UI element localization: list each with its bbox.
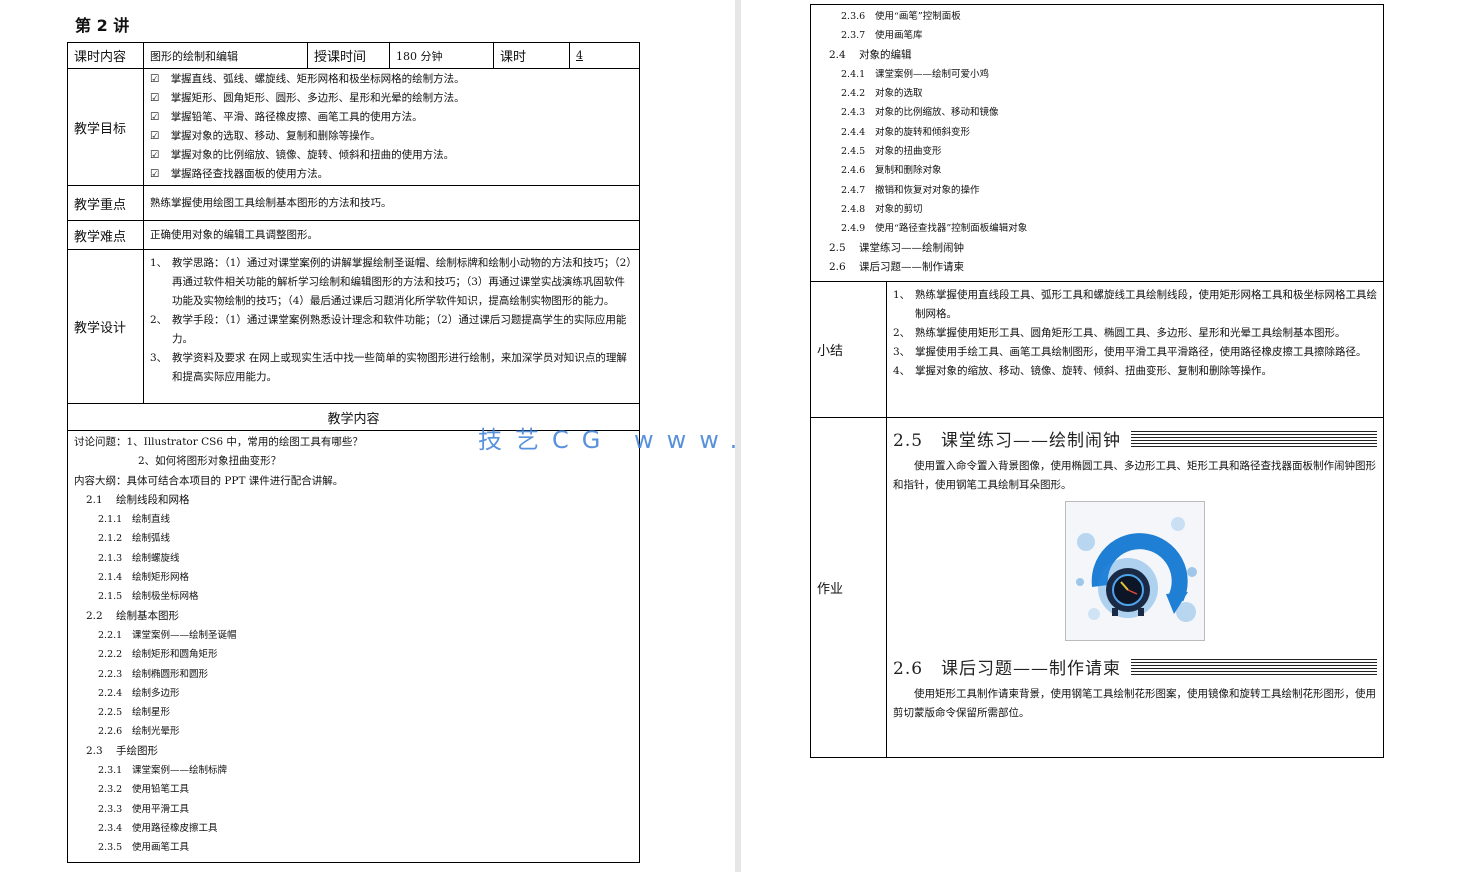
outline-subsection: 2.3.3 使用平滑工具 [98,803,190,815]
outline-subsection: 2.4.2 对象的选取 [841,88,923,100]
outline-subsection: 2.3.6 使用“画笔”控制面板 [841,11,961,22]
lesson-plan-table-continued: 2.3.6 使用“画笔”控制面板 2.3.7 使用画笔库 2.4 对象的编辑 2.4.1 课堂… [810,3,1384,759]
checkbox-icon: ☑ [150,130,160,142]
checkbox-icon: ☑ [150,111,160,123]
design-item: 2、 教学手段：（1）通过课堂案例熟悉设计理念和软件功能；（2）通过课后习题提高学… [150,314,627,345]
exercise-2-heading: 2.6 课后习题——制作请柬 [893,654,1377,679]
summary-item: 3、 掌握使用手绘工具、画笔工具绘制图形，使用平滑工具平滑路径，使用路径橡皮擦工具… [893,346,1367,359]
outline-subsection: 2.3.5 使用画笔工具 [98,842,190,854]
summary-item: 1、 熟练掌握使用直线段工具、弧形工具和螺旋线工具绘制线段，使用矩形网格工具和极坐… [893,289,1377,321]
key-points-text: 熟练掌握使用绘图工具绘制基本图形的方法和技巧。 [143,185,640,221]
outline-subsection: 2.3.7 使用画笔库 [841,30,923,42]
difficulties-text: 正确使用对象的编辑工具调整图形。 [143,220,640,250]
summary-item: 4、 掌握对象的缩放、移动、镜像、旋转、倾斜、扭曲变形、复制和删除等操作。 [893,365,1272,378]
design-label: 教学设计 [67,249,144,404]
page-left: 第 2 讲 课时内容 图形的绘制和编辑 授课时间 180 分钟 课时 4 教学目… [0,0,735,872]
outline-subsection: 2.2.5 绘制星形 [98,707,171,719]
homework-row: 作业 2.5 课堂练习——绘制闹钟 使用置入命令置入背景图像，使用椭圆工具、多边… [810,417,1384,759]
heading-rule [1131,430,1377,447]
difficulties-label: 教学难点 [67,220,144,250]
time-label: 授课时间 [307,42,390,69]
design-list: 1、 教学思路：（1）通过对课堂案例的讲解掌握绘制圣诞帽、绘制标牌和绘制小动物的方… [143,249,640,404]
outline-list: 2.1 绘制线段和网格 2.1.1 绘制直线 2.1.2 绘制弧线 2.1.3 绘制螺旋线 2.… [74,491,633,858]
goal-item: ☑ 掌握对象的选取、移动、复制和删除等操作。 [150,127,633,146]
hours-label: 课时 [493,42,570,69]
course-value: 图形的绘制和编辑 [143,42,308,69]
design-item: 3、 教学资料及要求 在网上或现实生活中找一些简单的实物图形进行绘制，来加深学员对… [150,352,627,383]
exercise-2-text: 使用矩形工具制作请柬背景，使用钢笔工具绘制花形图案，使用镜像和旋转工具绘制花形图… [893,688,1376,720]
outline-subsection: 2.1.1 绘制直线 [98,514,171,526]
outline-continued: 2.3.6 使用“画笔”控制面板 2.3.7 使用画笔库 2.4 对象的编辑 2.4.1 课堂… [810,3,1384,283]
outline-section: 2.1 绘制线段和网格 [86,493,190,506]
clock-figure [893,501,1377,644]
outline-section: 2.3 手绘图形 [86,744,158,757]
goal-item: ☑ 掌握直线、弧线、螺旋线、矩形网格和极坐标网格的绘制方法。 [150,70,633,89]
outline-subsection: 2.2.4 绘制多边形 [98,687,180,699]
alarm-clock-icon [1066,502,1204,641]
outline-subsection: 2.4.6 复制和删除对象 [841,165,942,177]
outline-subsection: 2.2.1 课堂案例——绘制圣诞帽 [98,629,237,641]
outline-subsection: 2.3.4 使用路径橡皮擦工具 [98,822,218,834]
outline-subsection: 2.4.9 使用“路径查找器”控制面板编辑对象 [841,223,1028,235]
design-item: 1、 教学思路：（1）通过对课堂案例的讲解掌握绘制圣诞帽、绘制标牌和绘制小动物的方… [150,257,632,307]
summary-list: 1、 熟练掌握使用直线段工具、弧形工具和螺旋线工具绘制线段，使用矩形网格工具和极坐… [886,281,1384,419]
outline-intro: 内容大纲：具体可结合本项目的 PPT 课件进行配合讲解。 [74,474,344,487]
key-points-row: 教学重点 熟练掌握使用绘图工具绘制基本图形的方法和技巧。 [67,185,640,221]
outline-section: 2.2 绘制基本图形 [86,609,179,622]
outline-subsection: 2.1.3 绘制螺旋线 [98,552,180,564]
key-points-label: 教学重点 [67,185,144,221]
watermark: 技艺CG www.qdnxxfb.cn [478,426,735,454]
checkbox-icon: ☑ [150,73,160,85]
exercise-1-text: 使用置入命令置入背景图像，使用椭圆工具、多边形工具、矩形工具和路径查找器面板制作… [893,460,1376,492]
design-row: 教学设计 1、 教学思路：（1）通过对课堂案例的讲解掌握绘制圣诞帽、绘制标牌和绘制… [67,249,640,404]
header-row: 课时内容 图形的绘制和编辑 授课时间 180 分钟 课时 4 [67,42,640,69]
outline-subsection: 2.4.1 课堂案例——绘制可爱小鸡 [841,68,990,80]
outline-subsection: 2.1.2 绘制弧线 [98,533,171,545]
goal-item: ☑ 掌握矩形、圆角矩形、圆形、多边形、星形和光晕的绘制方法。 [150,89,633,108]
outline-subsection: 2.2.6 绘制光晕形 [98,726,180,738]
time-value: 180 分钟 [389,42,494,69]
course-label: 课时内容 [67,42,144,69]
heading-rule [1131,658,1377,675]
difficulties-row: 教学难点 正确使用对象的编辑工具调整图形。 [67,220,640,250]
goals-list: ☑ 掌握直线、弧线、螺旋线、矩形网格和极坐标网格的绘制方法。 ☑ 掌握矩形、圆角… [143,68,640,186]
outline-subsection: 2.1.4 绘制矩形网格 [98,572,190,584]
outline-subsection: 2.2.2 绘制矩形和圆角矩形 [98,649,218,661]
checkbox-icon: ☑ [150,149,160,161]
goal-item: ☑ 掌握对象的比例缩放、镜像、旋转、倾斜和扭曲的使用方法。 [150,146,633,165]
clock-image [1065,501,1205,642]
hours-value: 4 [569,42,640,69]
goals-row: 教学目标 ☑ 掌握直线、弧线、螺旋线、矩形网格和极坐标网格的绘制方法。 ☑ 掌握… [67,68,640,186]
homework-content: 2.5 课堂练习——绘制闹钟 使用置入命令置入背景图像，使用椭圆工具、多边形工具… [886,417,1384,759]
summary-item: 2、 熟练掌握使用矩形工具、圆角矩形工具、椭圆工具、多边形、星形和光晕工具绘制基本… [893,327,1346,340]
outline-subsection: 2.4.7 撤销和恢复对对象的操作 [841,184,980,196]
discussion-question-2: 2、如何将图形对象扭曲变形？ [138,455,282,468]
outline-subsection: 2.4.8 对象的剪切 [841,203,923,215]
outline-subsection: 2.3.2 使用铅笔工具 [98,784,190,796]
goal-item: ☑ 掌握路径查找器面板的使用方法。 [150,165,633,184]
checkbox-icon: ☑ [150,168,160,180]
outline-subsection: 2.4.5 对象的扭曲变形 [841,146,942,158]
summary-label: 小结 [810,281,887,419]
outline-subsection: 2.1.5 绘制极坐标网格 [98,591,199,603]
outline-section: 2.6 课后习题——制作请柬 [829,260,964,273]
content-outline: 讨论问题：1、Illustrator CS6 中，常用的绘图工具有哪些？ 2、如… [67,430,640,863]
content-row: 讨论问题：1、Illustrator CS6 中，常用的绘图工具有哪些？ 2、如… [67,430,640,863]
goals-label: 教学目标 [67,68,144,186]
outline-subsection: 2.4.3 对象的比例缩放、移动和镜像 [841,107,999,119]
outline-subsection: 2.2.3 绘制椭圆形和圆形 [98,668,209,680]
outline-continued-row: 2.3.6 使用“画笔”控制面板 2.3.7 使用画笔库 2.4 对象的编辑 2.4.1 课堂… [810,3,1384,283]
lecture-title: 第 2 讲 [75,16,130,35]
outline-section: 2.4 对象的编辑 [829,48,912,61]
outline-section: 2.5 课堂练习——绘制闹钟 [829,241,964,254]
outline-list: 2.3.6 使用“画笔”控制面板 2.3.7 使用画笔库 2.4 对象的编辑 2.4.1 课堂… [817,7,1377,277]
outline-subsection: 2.3.1 课堂案例——绘制标牌 [98,765,228,777]
exercise-1-heading: 2.5 课堂练习——绘制闹钟 [893,426,1377,451]
outline-subsection: 2.4.4 对象的旋转和倾斜变形 [841,126,971,138]
checkbox-icon: ☑ [150,92,160,104]
summary-row: 小结 1、 熟练掌握使用直线段工具、弧形工具和螺旋线工具绘制线段，使用矩形网格工具… [810,281,1384,419]
homework-label: 作业 [810,417,887,759]
goal-item: ☑ 掌握铅笔、平滑、路径橡皮擦、画笔工具的使用方法。 [150,108,633,127]
